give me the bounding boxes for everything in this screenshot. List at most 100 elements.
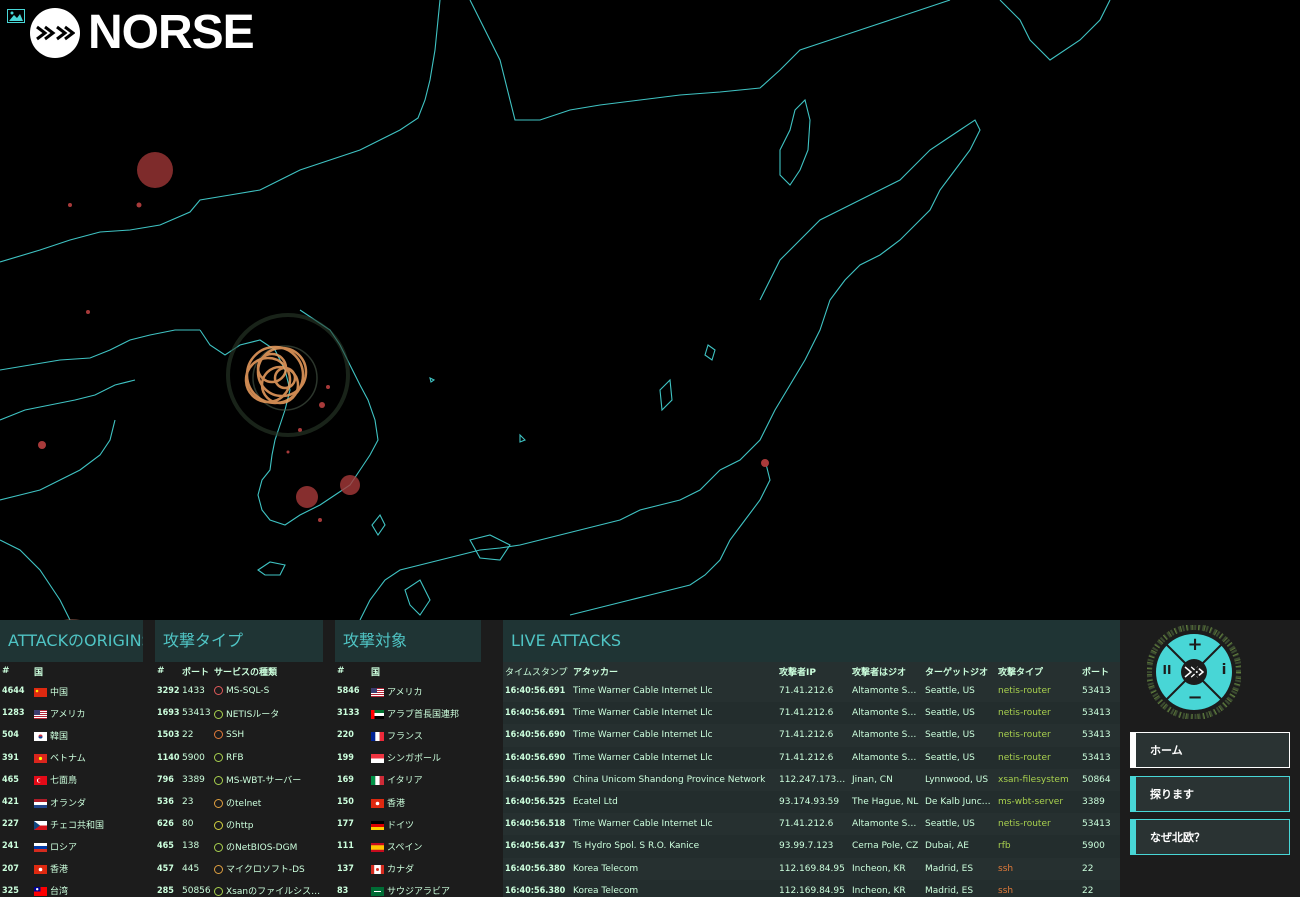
targets-row[interactable]: 83 サウジアラビア xyxy=(335,880,481,897)
live-attacker: Ecatel Ltd xyxy=(571,790,777,814)
live-type: ssh xyxy=(996,879,1080,897)
target-country: ドイツ xyxy=(369,813,481,835)
origin-country: アメリカ xyxy=(32,702,143,724)
target-country: カナダ xyxy=(369,858,481,880)
origin-country-name: チェコ共和国 xyxy=(50,820,105,831)
image-icon[interactable] xyxy=(7,9,25,23)
targets-table: # 国 5846 アメリカ 3133 アラブ首長国連邦 220 フランス 199 シンガポール… xyxy=(335,662,481,897)
live-port: 3389 xyxy=(1080,790,1120,814)
type-service-name: NETISルータ xyxy=(226,709,280,720)
attack-type-row[interactable]: 796 3389 MS-WBT-サーバー xyxy=(155,769,323,791)
attack-type-row[interactable]: 1503 22 SSH xyxy=(155,724,323,746)
live-ip: 71.41.212.6 xyxy=(777,702,850,725)
origin-country: ベトナム xyxy=(32,747,143,769)
origins-panel: ATTACKのORIGINS # 国 4644 中国 1283 アメリカ 504 韓国 39… xyxy=(0,620,143,897)
attack-type-row[interactable]: 285 50856 Xsanのファイルシステ... xyxy=(155,880,323,897)
targets-row[interactable]: 150 香港 xyxy=(335,791,481,813)
attack-types-title: 攻撃タイプ xyxy=(155,620,323,662)
pause-button[interactable]: II xyxy=(1160,663,1174,677)
origins-row[interactable]: 241 ロシア xyxy=(0,835,143,857)
targets-row[interactable]: 137 カナダ xyxy=(335,858,481,880)
target-country: スペイン xyxy=(369,835,481,857)
targets-row[interactable]: 177 ドイツ xyxy=(335,813,481,835)
type-count: 465 xyxy=(157,841,174,852)
attack-type-row[interactable]: 626 80 のhttp xyxy=(155,813,323,835)
norse-logo[interactable]: NORSE xyxy=(30,6,255,59)
nav-why-norse-button[interactable]: なぜ北欧？ xyxy=(1130,819,1290,855)
origins-row[interactable]: 465 七面鳥 xyxy=(0,769,143,791)
origin-count: 325 xyxy=(2,885,19,896)
live-ip: 93.174.93.59 xyxy=(777,790,850,814)
live-attack-row[interactable]: 16:40:56.518 Time Warner Cable Internet L… xyxy=(503,813,1120,836)
origin-count: 4644 xyxy=(2,686,25,697)
origin-country: 台湾 xyxy=(32,880,143,897)
info-button[interactable]: i xyxy=(1218,662,1230,678)
live-time: 16:40:56.690 xyxy=(503,746,571,769)
live-attacks-title: LIVE ATTACKS xyxy=(503,620,1120,662)
live-time: 16:40:56.380 xyxy=(503,879,571,897)
live-attack-row[interactable]: 16:40:56.691 Time Warner Cable Internet L… xyxy=(503,702,1120,725)
live-attack-row[interactable]: 16:40:56.690 Time Warner Cable Internet L… xyxy=(503,746,1120,769)
zoom-out-button[interactable]: − xyxy=(1187,687,1203,708)
target-count: 3133 xyxy=(337,708,360,719)
nav-explore-button[interactable]: 探ります xyxy=(1130,776,1290,812)
live-time: 16:40:56.590 xyxy=(503,768,571,791)
targets-row[interactable]: 111 スペイン xyxy=(335,835,481,857)
attack-type-row[interactable]: 536 23 のtelnet xyxy=(155,791,323,813)
origins-row[interactable]: 391 ベトナム xyxy=(0,747,143,769)
live-attack-row[interactable]: 16:40:56.380 Korea Telecom 112.169.84.95 In… xyxy=(503,879,1120,897)
service-dot-icon xyxy=(214,752,223,762)
live-attack-row[interactable]: 16:40:56.437 Ts Hydro Spol. S R.O. Kanice… xyxy=(503,835,1120,858)
origin-country: 香港 xyxy=(32,858,143,880)
live-attack-row[interactable]: 16:40:56.590 China Unicom Shandong Provin… xyxy=(503,768,1120,791)
target-country: シンガポール xyxy=(369,747,481,769)
flag-es-icon xyxy=(371,842,384,852)
live-attack-row[interactable]: 16:40:56.691 Time Warner Cable Internet L… xyxy=(503,680,1120,703)
targets-row[interactable]: 199 シンガポール xyxy=(335,747,481,769)
live-target-geo: Seattle, US xyxy=(923,702,996,725)
type-service: MS-WBT-サーバー xyxy=(212,769,323,791)
zoom-in-button[interactable]: + xyxy=(1187,634,1203,655)
live-attack-row[interactable]: 16:40:56.525 Ecatel Ltd 93.174.93.59 The Ha… xyxy=(503,790,1120,814)
attack-type-row[interactable]: 457 445 マイクロソフト-DS xyxy=(155,858,323,880)
origins-row[interactable]: 227 チェコ共和国 xyxy=(0,813,143,835)
live-header-time: タイムスタンプ xyxy=(505,667,568,678)
type-service-name: のtelnet xyxy=(226,798,262,809)
type-port: 445 xyxy=(182,863,200,874)
live-ip: 112.169.84.95 xyxy=(777,879,850,897)
target-country: アメリカ xyxy=(369,680,481,702)
origin-country: 中国 xyxy=(32,680,143,702)
origins-row[interactable]: 325 台湾 xyxy=(0,880,143,897)
brand-name: NORSE xyxy=(88,6,255,59)
live-attack-row[interactable]: 16:40:56.690 Time Warner Cable Internet L… xyxy=(503,724,1120,747)
live-attack-row[interactable]: 16:40:56.380 Korea Telecom 112.169.84.95 In… xyxy=(503,857,1120,880)
targets-row[interactable]: 3133 アラブ首長国連邦 xyxy=(335,702,481,724)
service-dot-icon xyxy=(214,798,223,808)
attack-type-row[interactable]: 1693 53413 NETISルータ xyxy=(155,702,323,724)
flag-tr-icon xyxy=(34,776,47,786)
nav-home-button[interactable]: ホーム xyxy=(1130,732,1290,768)
origins-row[interactable]: 4644 中国 xyxy=(0,680,143,702)
targets-row[interactable]: 220 フランス xyxy=(335,724,481,746)
target-country-name: サウジアラビア xyxy=(387,887,451,897)
attack-map[interactable] xyxy=(0,0,1300,620)
live-attacker-geo: The Hague, NL xyxy=(850,790,923,814)
live-target-geo: Madrid, ES xyxy=(923,879,996,897)
origins-row[interactable]: 1283 アメリカ xyxy=(0,702,143,724)
attack-type-row[interactable]: 3292 1433 MS-SQL-S xyxy=(155,680,323,702)
origins-row[interactable]: 504 韓国 xyxy=(0,724,143,746)
attack-type-row[interactable]: 465 138 のNetBIOS-DGM xyxy=(155,835,323,857)
live-attacker: China Unicom Shandong Province Network xyxy=(571,768,777,791)
origins-row[interactable]: 421 オランダ xyxy=(0,791,143,813)
attack-types-table: # ポート サービスの種類 3292 1433 MS-SQL-S 1693 53413 N… xyxy=(155,662,323,897)
origin-country-name: ロシア xyxy=(50,842,78,853)
live-port: 53413 xyxy=(1080,746,1120,769)
type-port: 23 xyxy=(182,797,194,808)
type-port: 80 xyxy=(182,819,194,830)
type-service-name: MS-SQL-S xyxy=(226,686,270,697)
attack-type-row[interactable]: 1140 5900 RFB xyxy=(155,747,323,769)
flag-hk-icon xyxy=(371,798,384,808)
targets-row[interactable]: 169 イタリア xyxy=(335,769,481,791)
targets-row[interactable]: 5846 アメリカ xyxy=(335,680,481,702)
origins-row[interactable]: 207 香港 xyxy=(0,858,143,880)
